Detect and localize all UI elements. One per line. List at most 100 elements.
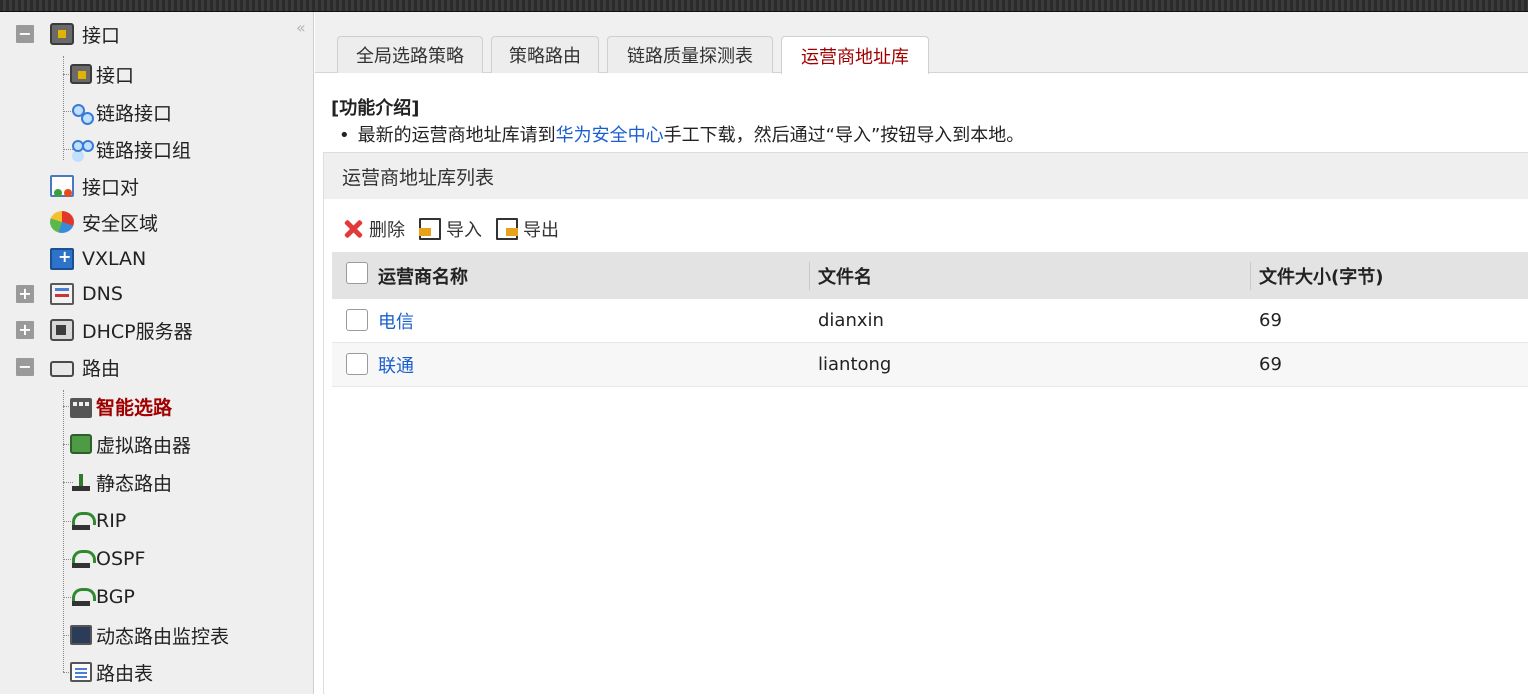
sidebar-item-ospf[interactable]: OSPF bbox=[70, 544, 145, 574]
huawei-security-center-link[interactable]: 华为安全中心 bbox=[556, 125, 664, 146]
top-bar bbox=[0, 0, 1528, 12]
sidebar-item-label: DHCP服务器 bbox=[82, 320, 193, 343]
row-checkbox[interactable] bbox=[346, 309, 368, 331]
table-row: 联通 liantong 69 bbox=[332, 343, 1528, 387]
ospf-icon bbox=[70, 549, 96, 569]
column-separator bbox=[1250, 262, 1251, 290]
sidebar-item-interface-group[interactable]: − 接口 bbox=[16, 19, 120, 49]
file-name-cell: dianxin bbox=[818, 310, 884, 331]
routing-table-icon bbox=[70, 662, 92, 682]
smart-routing-icon bbox=[70, 398, 92, 418]
import-icon bbox=[419, 218, 441, 240]
toolbar: 删除 导入 导出 bbox=[342, 215, 573, 243]
sidebar-item-label: 接口 bbox=[82, 24, 121, 47]
sidebar-item-rip[interactable]: RIP bbox=[70, 506, 126, 536]
sidebar-item-label: 接口对 bbox=[82, 176, 140, 199]
dhcp-server-icon bbox=[50, 319, 74, 341]
bullet: • bbox=[339, 125, 350, 146]
dynamic-route-monitor-icon bbox=[70, 625, 92, 645]
file-size-cell: 69 bbox=[1259, 354, 1282, 375]
sidebar-item-label: 静态路由 bbox=[96, 472, 173, 495]
select-all-checkbox[interactable] bbox=[346, 262, 368, 284]
sidebar-item-label: DNS bbox=[82, 283, 123, 305]
tab-global-route-policy[interactable]: 全局选路策略 bbox=[337, 36, 483, 73]
file-size-cell: 69 bbox=[1259, 310, 1282, 331]
sidebar-item-link-interface-group[interactable]: 链路接口组 bbox=[70, 134, 191, 164]
sidebar-item-interface[interactable]: 接口 bbox=[70, 59, 134, 89]
sidebar-item-label: 动态路由监控表 bbox=[96, 625, 230, 648]
sidebar-item-label: 接口 bbox=[96, 64, 135, 87]
file-name-cell: liantong bbox=[818, 354, 892, 375]
export-button[interactable]: 导出 bbox=[496, 216, 559, 242]
link-interface-group-icon bbox=[70, 139, 94, 159]
intro-description: • 最新的运营商地址库请到华为安全中心手工下载，然后通过“导入”按钮导入到本地。 bbox=[339, 121, 1024, 147]
sidebar-item-label: OSPF bbox=[96, 548, 146, 570]
delete-label: 删除 bbox=[369, 220, 405, 241]
isp-name-link[interactable]: 电信 bbox=[378, 299, 414, 342]
vxlan-icon bbox=[50, 247, 74, 270]
import-label: 导入 bbox=[446, 220, 482, 241]
panel-title: 运营商地址库列表 bbox=[324, 153, 1528, 199]
sidebar-item-label: 路由 bbox=[82, 357, 121, 380]
delete-icon bbox=[342, 218, 364, 240]
tree-connector bbox=[63, 390, 64, 672]
isp-name-link[interactable]: 联通 bbox=[378, 343, 414, 386]
sidebar-item-security-zone[interactable]: 安全区域 bbox=[50, 207, 158, 237]
isp-address-library-panel: 运营商地址库列表 删除 导入 导出 运营商名称 文件名 文件大小(字节) 电信 … bbox=[323, 152, 1528, 694]
sidebar-item-label: 链路接口组 bbox=[96, 139, 192, 162]
export-icon bbox=[496, 218, 518, 240]
static-route-icon bbox=[70, 472, 92, 492]
sidebar-item-dynamic-route-monitor[interactable]: 动态路由监控表 bbox=[70, 620, 229, 650]
interface-pair-icon bbox=[50, 175, 74, 197]
sidebar-item-label: 智能选路 bbox=[96, 396, 173, 419]
security-zone-icon bbox=[50, 211, 74, 233]
collapse-toggle[interactable]: − bbox=[16, 25, 34, 43]
tab-bar: 全局选路策略 策略路由 链路质量探测表 运营商地址库 bbox=[315, 12, 1528, 74]
sidebar-item-route-group[interactable]: − 路由 bbox=[16, 352, 120, 382]
interface-icon bbox=[70, 64, 92, 84]
sidebar-item-label: 路由表 bbox=[96, 662, 154, 685]
sidebar-item-bgp[interactable]: BGP bbox=[70, 582, 135, 612]
expand-toggle[interactable]: + bbox=[16, 321, 34, 339]
sidebar-item-label: 链路接口 bbox=[96, 102, 173, 125]
main-content: 全局选路策略 策略路由 链路质量探测表 运营商地址库 [功能介绍] • 最新的运营… bbox=[315, 12, 1528, 694]
intro-title: [功能介绍] bbox=[331, 98, 420, 119]
sidebar-item-link-interface[interactable]: 链路接口 bbox=[70, 97, 172, 127]
sidebar-item-label: 安全区域 bbox=[82, 212, 159, 235]
isp-table: 运营商名称 文件名 文件大小(字节) 电信 dianxin 69 联通 lian… bbox=[332, 252, 1528, 387]
sidebar-item-smart-routing[interactable]: 智能选路 bbox=[70, 391, 172, 421]
delete-button[interactable]: 删除 bbox=[342, 216, 405, 242]
route-icon bbox=[50, 361, 74, 377]
sidebar-item-static-route[interactable]: 静态路由 bbox=[70, 467, 172, 497]
sidebar-item-dhcp-server[interactable]: + DHCP服务器 bbox=[16, 315, 193, 345]
sidebar-item-label: VXLAN bbox=[82, 248, 147, 270]
navigation-sidebar: « − 接口 接口 链路接口 链路接口组 接口对 安全区域 VXLAN bbox=[0, 12, 314, 694]
import-button[interactable]: 导入 bbox=[419, 216, 482, 242]
sidebar-item-dns[interactable]: + DNS bbox=[16, 279, 123, 309]
sidebar-item-interface-pair[interactable]: 接口对 bbox=[50, 171, 139, 201]
table-header: 运营商名称 文件名 文件大小(字节) bbox=[332, 252, 1528, 299]
tab-isp-address-library[interactable]: 运营商地址库 bbox=[781, 36, 929, 74]
tree-connector bbox=[63, 56, 64, 160]
rip-icon bbox=[70, 511, 96, 531]
collapse-toggle[interactable]: − bbox=[16, 358, 34, 376]
column-header-file-name[interactable]: 文件名 bbox=[818, 252, 872, 299]
export-label: 导出 bbox=[523, 220, 559, 241]
sidebar-item-vxlan[interactable]: VXLAN bbox=[50, 244, 146, 274]
row-checkbox[interactable] bbox=[346, 353, 368, 375]
link-interface-icon bbox=[70, 102, 94, 125]
column-header-file-size[interactable]: 文件大小(字节) bbox=[1259, 252, 1383, 299]
tab-link-quality-probe[interactable]: 链路质量探测表 bbox=[607, 36, 773, 73]
sidebar-item-label: 虚拟路由器 bbox=[96, 434, 192, 457]
column-separator bbox=[809, 262, 810, 290]
intro-text: 最新的运营商地址库请到 bbox=[357, 125, 556, 146]
tab-policy-route[interactable]: 策略路由 bbox=[491, 36, 599, 73]
sidebar-item-virtual-router[interactable]: 虚拟路由器 bbox=[70, 429, 191, 459]
expand-toggle[interactable]: + bbox=[16, 285, 34, 303]
table-row: 电信 dianxin 69 bbox=[332, 299, 1528, 343]
virtual-router-icon bbox=[70, 434, 92, 454]
sidebar-item-routing-table[interactable]: 路由表 bbox=[70, 657, 153, 687]
column-header-isp-name[interactable]: 运营商名称 bbox=[378, 252, 468, 299]
double-chevron-left-icon[interactable]: « bbox=[296, 18, 306, 37]
interface-icon bbox=[50, 23, 74, 45]
